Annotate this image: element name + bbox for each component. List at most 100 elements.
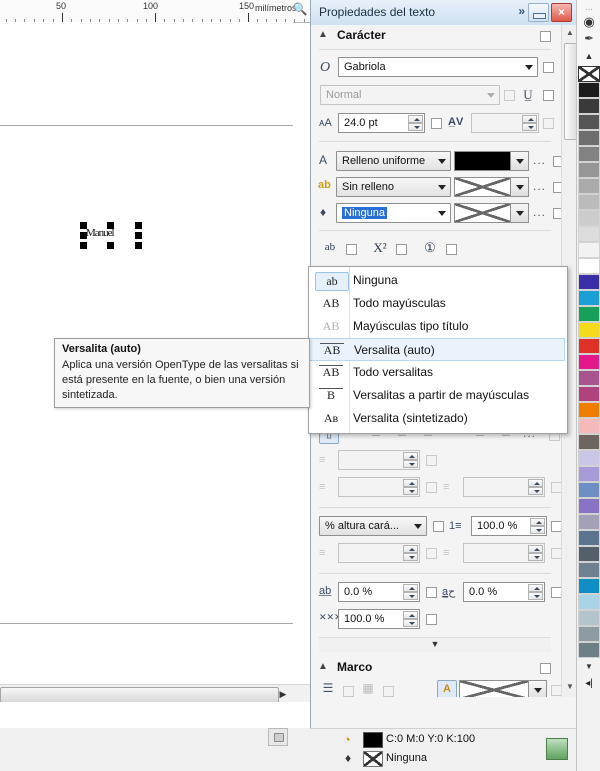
section-header-caracter[interactable]: ▲ Carácter bbox=[311, 25, 561, 47]
spinner-buttons[interactable] bbox=[528, 584, 543, 600]
page-sheet[interactable] bbox=[0, 22, 293, 645]
font-family-combo[interactable]: Gabriola bbox=[338, 57, 538, 77]
superscript-lock-checkbox[interactable] bbox=[396, 244, 407, 255]
text-background-lock-checkbox[interactable] bbox=[553, 182, 561, 193]
space-before-spinner[interactable] bbox=[338, 543, 420, 563]
spinner-buttons[interactable] bbox=[522, 115, 537, 131]
spinner-down-button[interactable] bbox=[403, 460, 418, 468]
zoom-icon[interactable]: 🔍 bbox=[291, 1, 309, 18]
indent-first-spinner[interactable] bbox=[338, 450, 420, 470]
selection-handle[interactable] bbox=[80, 232, 87, 239]
selection-handle[interactable] bbox=[80, 222, 87, 229]
scroll-up-icon[interactable]: ▲ bbox=[563, 26, 577, 40]
menu-item-mayusculas-tipo-titulo[interactable]: AB Mayúsculas tipo título bbox=[309, 315, 565, 338]
section-lock-checkbox-caracter[interactable] bbox=[540, 31, 551, 42]
text-fill-lock-checkbox[interactable] bbox=[553, 156, 561, 167]
indent-right-lock-checkbox[interactable] bbox=[551, 482, 561, 493]
menu-item-versalita-auto[interactable]: AB Versalita (auto) bbox=[309, 338, 565, 361]
color-swatch[interactable] bbox=[578, 146, 600, 162]
space-after-spinner[interactable] bbox=[463, 543, 545, 563]
color-palette[interactable] bbox=[578, 66, 600, 658]
color-swatch[interactable] bbox=[578, 626, 600, 642]
color-swatch[interactable] bbox=[578, 210, 600, 226]
statusbar-fill-swatch[interactable] bbox=[363, 732, 383, 748]
color-swatch[interactable] bbox=[578, 338, 600, 354]
spinner-buttons[interactable] bbox=[408, 115, 423, 131]
color-swatch[interactable] bbox=[578, 578, 600, 594]
color-swatch[interactable] bbox=[578, 434, 600, 450]
spinner-buttons[interactable] bbox=[403, 452, 418, 468]
frame-fill-lock-checkbox[interactable] bbox=[551, 685, 561, 696]
font-size-spinner[interactable]: 24.0 pt bbox=[338, 113, 425, 133]
text-background-more-options[interactable]: ... bbox=[533, 179, 546, 193]
space-after-lock-checkbox[interactable] bbox=[551, 548, 561, 559]
circled-number-lock-checkbox[interactable] bbox=[446, 244, 457, 255]
color-swatch[interactable] bbox=[578, 178, 600, 194]
frame-settings-lock-checkbox[interactable] bbox=[383, 686, 394, 697]
line-spacing-spinner[interactable]: 100.0 % bbox=[471, 516, 547, 536]
spinner-up-button[interactable] bbox=[528, 545, 543, 553]
spinner-up-button[interactable] bbox=[528, 584, 543, 592]
kerning-spinner[interactable] bbox=[471, 113, 539, 133]
color-swatch[interactable] bbox=[578, 642, 600, 658]
text-fill-color-swatch[interactable] bbox=[454, 151, 511, 171]
palette-end-icon[interactable]: ◂| bbox=[580, 676, 598, 692]
palette-scroll-down-icon[interactable]: ▼ bbox=[580, 660, 598, 674]
color-swatch[interactable] bbox=[578, 402, 600, 418]
color-swatch[interactable] bbox=[578, 82, 600, 98]
frame-settings-icon[interactable]: ▦ bbox=[359, 680, 377, 697]
uppercase-lock-checkbox[interactable] bbox=[346, 244, 357, 255]
docker-titlebar[interactable]: Propiedades del texto » × bbox=[311, 0, 577, 26]
color-swatch[interactable] bbox=[578, 370, 600, 386]
indent-left-spinner[interactable] bbox=[338, 477, 420, 497]
color-swatch[interactable] bbox=[578, 242, 600, 258]
spinner-down-button[interactable] bbox=[403, 619, 418, 627]
spinner-up-button[interactable] bbox=[403, 584, 418, 592]
color-swatch[interactable] bbox=[578, 322, 600, 338]
spinner-buttons[interactable] bbox=[403, 479, 418, 495]
color-swatch[interactable] bbox=[578, 610, 600, 626]
uppercase-toggle[interactable]: ab bbox=[319, 238, 341, 257]
color-swatch[interactable] bbox=[578, 418, 600, 434]
spinner-down-button[interactable] bbox=[530, 526, 545, 534]
font-size-lock-checkbox[interactable] bbox=[431, 118, 442, 129]
spinner-up-button[interactable] bbox=[522, 115, 537, 123]
text-outline-lock-checkbox[interactable] bbox=[553, 208, 561, 219]
indent-first-lock-checkbox[interactable] bbox=[426, 455, 437, 466]
spinner-up-button[interactable] bbox=[403, 611, 418, 619]
indent-left-lock-checkbox[interactable] bbox=[426, 482, 437, 493]
close-button[interactable]: × bbox=[551, 3, 572, 22]
chevron-up-icon[interactable]: ▲ bbox=[318, 29, 328, 40]
font-style-combo[interactable]: Normal bbox=[320, 85, 500, 105]
spinner-up-button[interactable] bbox=[403, 545, 418, 553]
space-before-lock-checkbox[interactable] bbox=[426, 548, 437, 559]
line-spacing-mode-lock-checkbox[interactable] bbox=[433, 521, 444, 532]
line-spacing-mode-combo[interactable]: % altura cará... bbox=[319, 516, 427, 536]
line-spacing-lock-checkbox[interactable] bbox=[551, 521, 561, 532]
color-swatch[interactable] bbox=[578, 530, 600, 546]
spinner-down-button[interactable] bbox=[403, 592, 418, 600]
horizontal-ruler[interactable]: 50 100 150 milímetros bbox=[0, 0, 310, 23]
spinner-up-button[interactable] bbox=[408, 115, 423, 123]
color-swatch[interactable] bbox=[578, 594, 600, 610]
character-spacing-spinner[interactable]: 0.0 % bbox=[338, 582, 420, 602]
spinner-up-button[interactable] bbox=[403, 479, 418, 487]
color-swatch[interactable] bbox=[578, 562, 600, 578]
text-background-color-dropdown[interactable] bbox=[511, 177, 529, 197]
color-swatch[interactable] bbox=[578, 290, 600, 306]
paragraph-expand-button[interactable]: ▼ bbox=[319, 637, 551, 652]
color-swatch[interactable] bbox=[578, 386, 600, 402]
kerning-lock-checkbox[interactable] bbox=[543, 118, 554, 129]
spinner-buttons[interactable] bbox=[403, 545, 418, 561]
paint-bucket-icon[interactable]: ▲ bbox=[580, 48, 598, 65]
spinner-down-button[interactable] bbox=[528, 487, 543, 495]
preview-icon[interactable] bbox=[268, 728, 288, 746]
underline-icon[interactable]: U̲ bbox=[519, 86, 537, 103]
spinner-buttons[interactable] bbox=[528, 479, 543, 495]
spinner-up-button[interactable] bbox=[403, 452, 418, 460]
color-swatch[interactable] bbox=[578, 98, 600, 114]
statusbar-outline-swatch[interactable] bbox=[363, 751, 383, 767]
font-style-lock-checkbox[interactable] bbox=[504, 90, 515, 101]
color-swatch[interactable] bbox=[578, 114, 600, 130]
color-swatch[interactable] bbox=[578, 466, 600, 482]
